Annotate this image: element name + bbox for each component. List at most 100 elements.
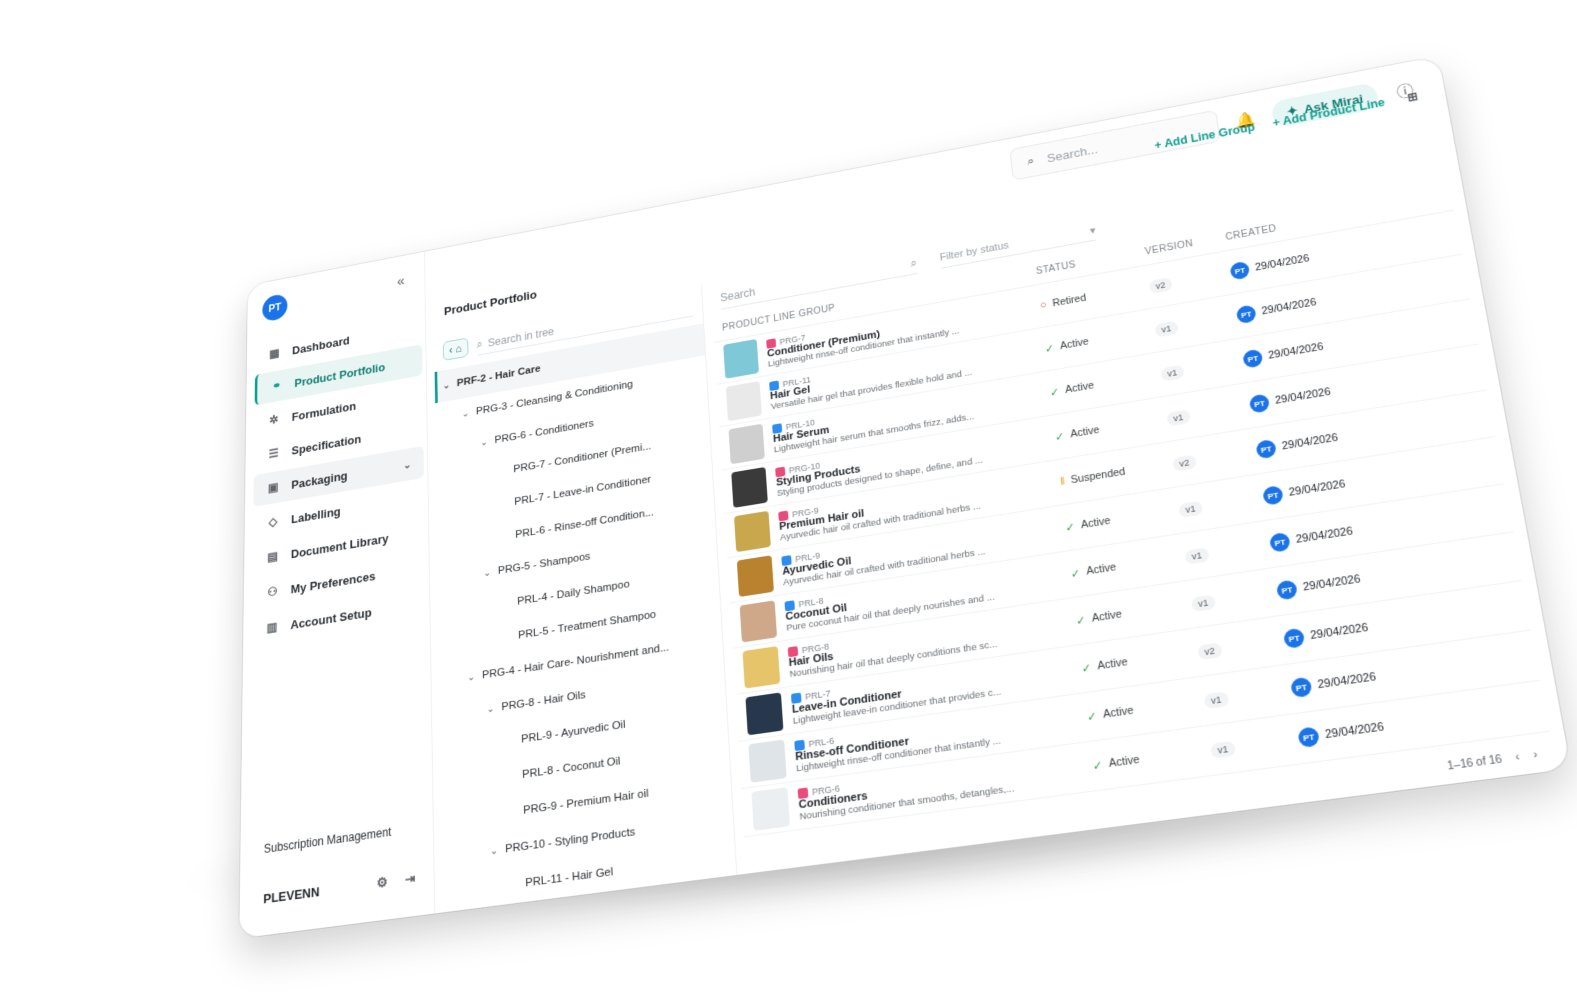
creator-avatar: PT bbox=[1282, 627, 1306, 650]
status-cell: ○ Retired bbox=[1039, 281, 1150, 311]
search-icon: ⌕ bbox=[909, 256, 918, 270]
product-thumbnail bbox=[742, 646, 781, 689]
version-cell: v1 bbox=[1166, 396, 1251, 427]
status-text: Active bbox=[1080, 514, 1112, 532]
creator-avatar: PT bbox=[1242, 348, 1264, 369]
version-badge: v1 bbox=[1178, 500, 1203, 518]
status-text: Active bbox=[1085, 561, 1117, 578]
nav-label: Labelling bbox=[291, 503, 341, 526]
version-cell: v2 bbox=[1197, 630, 1286, 661]
created-cell: PT 29/04/2026 bbox=[1290, 656, 1460, 699]
folder-icon: ▤ bbox=[267, 548, 279, 565]
subscription-management-link[interactable]: Subscription Management bbox=[264, 825, 392, 856]
status-text: Active bbox=[1069, 424, 1101, 441]
chevron-down-icon[interactable]: ⌄ bbox=[487, 702, 502, 715]
creator-avatar: PT bbox=[1229, 260, 1251, 281]
chevron-down-icon[interactable]: ⌄ bbox=[490, 844, 505, 857]
version-badge: v1 bbox=[1184, 547, 1210, 565]
version-cell: v1 bbox=[1154, 307, 1238, 338]
sidebar: PT « ▦ Dashboard ⚭ Product Portfolio ✲ Form… bbox=[239, 251, 436, 939]
prev-page-icon[interactable]: ‹ bbox=[1515, 752, 1521, 765]
status-cell: ✓ Active bbox=[1054, 413, 1168, 444]
created-cell: PT 29/04/2026 bbox=[1282, 607, 1451, 650]
nav-label: My Preferences bbox=[290, 568, 376, 596]
tree-node-label: PRG-10 - Styling Products bbox=[505, 826, 636, 856]
status-icon: ✓ bbox=[1086, 709, 1098, 724]
grid-view-icon[interactable]: ⊞ bbox=[1402, 87, 1424, 107]
list-icon: ☰ bbox=[268, 445, 279, 461]
status-cell: ✓ Active bbox=[1070, 550, 1186, 580]
nav-label: Packaging bbox=[291, 468, 348, 492]
pagination: 1–16 of 16 ‹ › bbox=[1447, 749, 1539, 773]
status-icon: ✓ bbox=[1080, 661, 1092, 676]
status-cell: ✓ Active bbox=[1075, 597, 1192, 627]
chevron-down-icon[interactable]: ⌄ bbox=[467, 670, 482, 683]
tree-node-label: PRG-9 - Premium Hair oil bbox=[523, 787, 649, 817]
status-icon: ✓ bbox=[1064, 520, 1076, 535]
logout-icon[interactable]: ⇥ bbox=[402, 869, 419, 889]
version-badge: v1 bbox=[1203, 691, 1229, 710]
nav-label: Formulation bbox=[291, 398, 357, 424]
created-cell: PT 29/04/2026 bbox=[1297, 706, 1468, 749]
home-icon[interactable]: ⌂ bbox=[455, 342, 462, 355]
chevron-down-icon[interactable]: ⌄ bbox=[480, 436, 495, 448]
status-cell: ‖ Suspended bbox=[1060, 458, 1174, 488]
version-cell: v1 bbox=[1178, 488, 1265, 519]
status-text: Active bbox=[1108, 753, 1141, 771]
status-icon: ✓ bbox=[1070, 567, 1081, 581]
created-cell: PT 29/04/2026 bbox=[1268, 510, 1435, 553]
sidebar-footer: PLEVENN ⚙ ⇥ bbox=[263, 869, 418, 907]
created-date: 29/04/2026 bbox=[1302, 572, 1362, 594]
version-badge: v2 bbox=[1197, 642, 1223, 661]
status-icon: ✓ bbox=[1092, 758, 1104, 773]
created-date: 29/04/2026 bbox=[1316, 670, 1377, 692]
created-cell: PT 29/04/2026 bbox=[1275, 558, 1443, 601]
product-thumbnail bbox=[748, 739, 787, 783]
chevron-down-icon[interactable]: ⌄ bbox=[443, 379, 457, 391]
back-icon[interactable]: ‹ bbox=[449, 344, 453, 357]
caret-down-icon: ▾ bbox=[1089, 225, 1097, 237]
tree-search-placeholder: Search in tree bbox=[487, 324, 555, 349]
stage: PT « ▦ Dashboard ⚭ Product Portfolio ✲ Form… bbox=[0, 0, 1577, 997]
tag-icon: ◇ bbox=[268, 514, 278, 530]
status-cell: ✓ Active bbox=[1092, 743, 1212, 773]
creator-avatar: PT bbox=[1235, 304, 1257, 325]
status-icon: ✓ bbox=[1054, 430, 1066, 444]
dashboard-icon: ▦ bbox=[269, 345, 280, 361]
tree-node-label: PRL-9 - Ayurvedic Oil bbox=[521, 718, 626, 746]
status-cell: ✓ Active bbox=[1044, 324, 1156, 355]
version-cell: v1 bbox=[1203, 679, 1293, 710]
status-icon: ✓ bbox=[1044, 342, 1055, 356]
tree-node-label: PRL-11 - Hair Gel bbox=[525, 865, 614, 890]
status-text: Active bbox=[1096, 655, 1129, 673]
portfolio-icon: ⚭ bbox=[272, 378, 282, 393]
version-badge: v1 bbox=[1190, 594, 1216, 613]
product-thumbnail bbox=[728, 423, 765, 465]
creator-avatar: PT bbox=[1255, 438, 1277, 460]
product-thumbnail bbox=[725, 381, 762, 422]
version-cell: v2 bbox=[1172, 442, 1258, 473]
creator-avatar: PT bbox=[1262, 484, 1284, 506]
table-search-placeholder: Search bbox=[719, 285, 756, 305]
tree-node-label: PRL-8 - Coconut Oil bbox=[522, 755, 621, 781]
status-cell: ✓ Active bbox=[1049, 368, 1162, 399]
next-page-icon[interactable]: › bbox=[1532, 749, 1538, 762]
chevron-down-icon[interactable]: ⌄ bbox=[462, 407, 476, 419]
chevron-down-icon[interactable]: ⌄ bbox=[403, 458, 411, 471]
product-thumbnail bbox=[723, 338, 759, 379]
gear-icon[interactable]: ⚙ bbox=[374, 873, 391, 893]
status-text: Active bbox=[1059, 335, 1090, 353]
status-filter-placeholder: Filter by status bbox=[939, 240, 1010, 264]
formulation-icon: ✲ bbox=[269, 412, 279, 427]
chevron-down-icon[interactable]: ⌄ bbox=[483, 566, 498, 578]
status-cell: ✓ Active bbox=[1065, 504, 1180, 534]
version-badge: v1 bbox=[1154, 320, 1179, 338]
creator-avatar: PT bbox=[1248, 393, 1271, 414]
main-nav: ▦ Dashboard ⚭ Product Portfolio ✲ Formulati… bbox=[252, 311, 426, 650]
version-cell: v1 bbox=[1210, 729, 1300, 760]
product-thumbnail bbox=[739, 600, 778, 643]
tree-nav-buttons[interactable]: ‹ ⌂ bbox=[442, 337, 469, 361]
creator-avatar: PT bbox=[1290, 676, 1313, 699]
created-date: 29/04/2026 bbox=[1288, 478, 1347, 499]
search-icon: ⌕ bbox=[476, 337, 483, 351]
